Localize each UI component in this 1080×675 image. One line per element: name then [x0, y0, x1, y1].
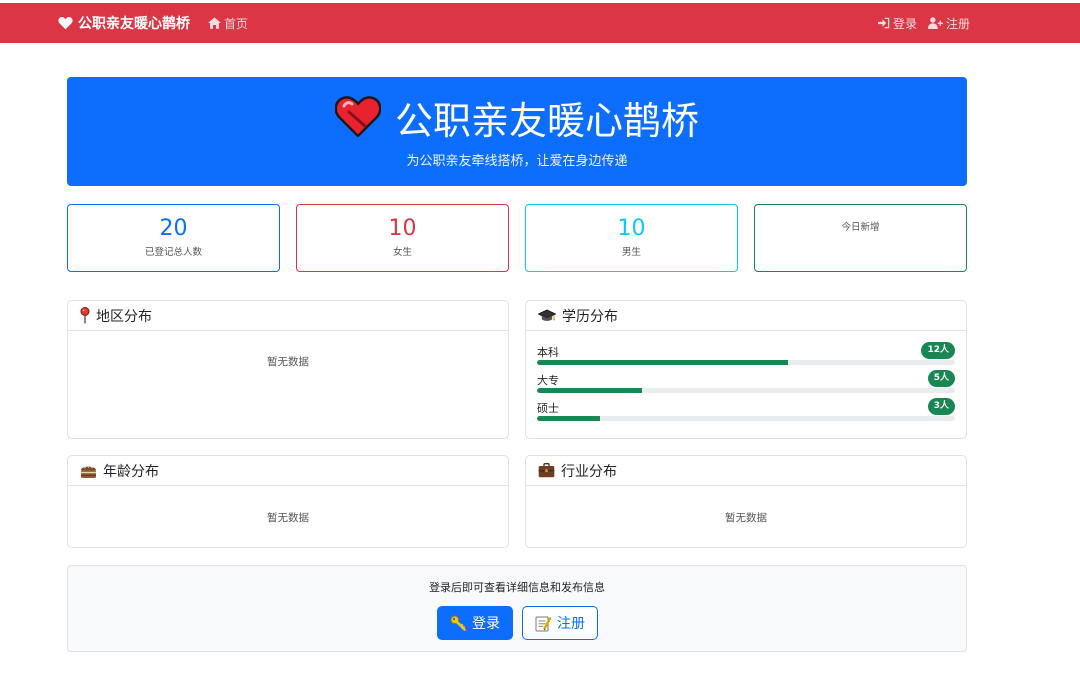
hero-subtitle: 为公职亲友牵线搭桥，让爱在身边传递 [406, 154, 628, 169]
count-badge: 5人 [927, 370, 955, 387]
panel-header: 行业分布 [526, 456, 966, 486]
memo-icon [535, 616, 551, 631]
nav-home-label: 首页 [224, 16, 249, 31]
top-navbar: 公职亲友暖心鹊桥 首页 登录 注册 [0, 3, 1080, 43]
nav-register-link[interactable]: 注册 [927, 15, 970, 32]
stat-card-female: 10 女生 [296, 204, 509, 272]
panel-header: 年龄分布 [68, 456, 508, 486]
key-icon [450, 615, 466, 631]
empty-state: 暂无数据 [267, 356, 309, 368]
stat-card-today-new: 今日新增 [754, 204, 967, 272]
brand-link[interactable]: 公职亲友暖心鹊桥 [58, 14, 190, 32]
count-badge: 12人 [921, 342, 955, 359]
graduation-cap-icon [538, 309, 556, 321]
progress-track [537, 360, 955, 365]
count-badge: 3人 [927, 398, 955, 415]
stat-value: 10 [388, 216, 417, 241]
education-label: 本科 [537, 346, 559, 359]
progress-track [537, 388, 955, 393]
heart-icon [58, 17, 73, 30]
pin-icon [80, 307, 90, 324]
stat-label: 男生 [621, 247, 641, 258]
hero-title: 公职亲友暖心鹊桥 [394, 98, 699, 143]
stat-label: 今日新增 [841, 222, 880, 233]
panel-title: 地区分布 [96, 308, 152, 325]
stat-value: 20 [159, 216, 188, 241]
nav-auth-links: 登录 注册 [867, 15, 970, 31]
progress-fill [537, 388, 642, 393]
region-distribution-panel: 地区分布 暂无数据 [67, 300, 509, 439]
age-distribution-panel: 年龄分布 暂无数据 [67, 455, 509, 548]
education-row: 本科 12人 [537, 342, 955, 368]
stat-card-total: 20 已登记总人数 [67, 204, 280, 272]
nav-login-label: 登录 [892, 16, 917, 31]
panel-title: 年龄分布 [103, 463, 159, 480]
stat-label: 已登记总人数 [144, 247, 202, 258]
progress-fill [537, 416, 600, 421]
education-row: 大专 5人 [537, 370, 955, 396]
briefcase-icon [538, 463, 555, 478]
register-button[interactable]: 注册 [522, 606, 598, 640]
panel-header: 地区分布 [68, 301, 508, 331]
nav-home-link[interactable]: 首页 [208, 15, 248, 31]
education-label: 硕士 [537, 402, 559, 415]
industry-distribution-panel: 行业分布 暂无数据 [525, 455, 967, 548]
brand-name: 公职亲友暖心鹊桥 [78, 16, 190, 32]
progress-track [537, 416, 955, 421]
stat-label: 女生 [392, 247, 412, 258]
hero-title-row: 公职亲友暖心鹊桥 [67, 89, 967, 145]
login-prompt-box: 登录后即可查看详细信息和发布信息 登录 注册 [67, 565, 967, 652]
login-prompt-text: 登录后即可查看详细信息和发布信息 [429, 581, 605, 594]
education-distribution-panel: 学历分布 本科 12人 大专 5人 硕士 3人 [525, 300, 967, 439]
login-button[interactable]: 登录 [437, 606, 513, 640]
nav-login-link[interactable]: 登录 [877, 15, 917, 32]
empty-state: 暂无数据 [725, 512, 767, 524]
nav-register-label: 注册 [945, 16, 970, 31]
heart-icon [334, 96, 381, 138]
empty-state: 暂无数据 [267, 512, 309, 524]
home-icon [208, 17, 221, 29]
sign-in-icon [877, 17, 890, 29]
education-label: 大专 [537, 374, 559, 387]
panel-header: 学历分布 [526, 301, 966, 331]
panel-title: 行业分布 [561, 463, 617, 480]
cake-icon [81, 465, 96, 478]
education-row: 硕士 3人 [537, 398, 955, 424]
register-button-label: 注册 [557, 616, 585, 632]
login-button-label: 登录 [472, 616, 500, 632]
hero-banner: 公职亲友暖心鹊桥 为公职亲友牵线搭桥，让爱在身边传递 [67, 77, 967, 186]
panel-title: 学历分布 [562, 308, 618, 325]
user-plus-icon [927, 17, 943, 29]
progress-fill [537, 360, 788, 365]
stat-value: 10 [617, 216, 646, 241]
stat-card-male: 10 男生 [525, 204, 738, 272]
